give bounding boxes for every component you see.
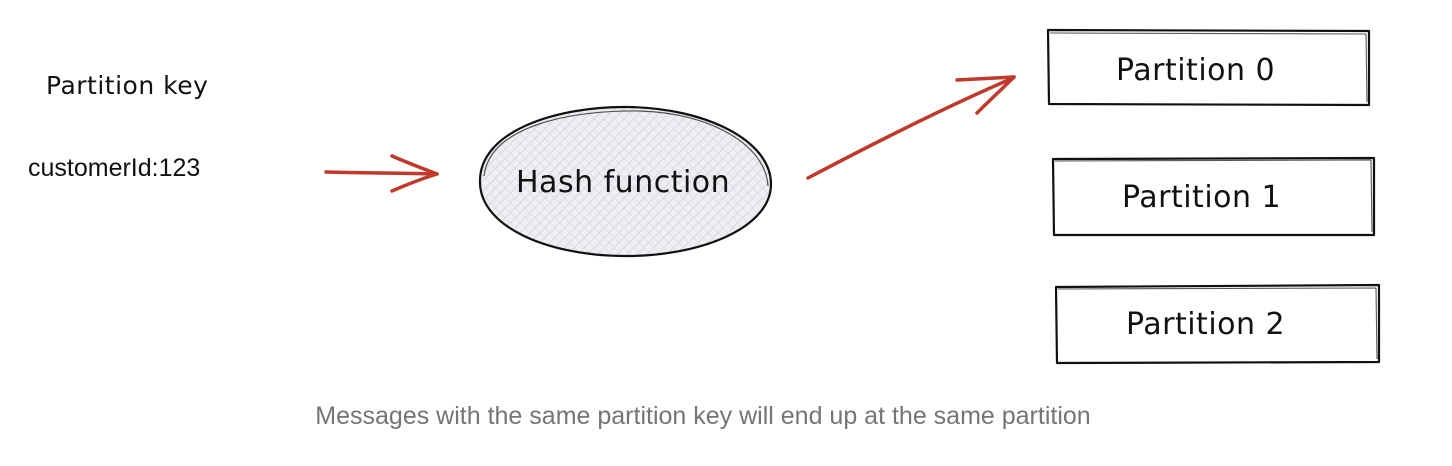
- figure-caption: Messages with the same partition key wil…: [0, 402, 1452, 431]
- partition-key-label: Partition key: [46, 71, 208, 100]
- partition-label-1: Partition 1: [1122, 180, 1281, 215]
- hash-function-label: Hash function: [516, 165, 730, 200]
- partition-box-2: Partition 2: [1054, 283, 1381, 365]
- figure-caption-text: Messages with the same partition key wil…: [315, 402, 1091, 430]
- partition-box-1: Partition 1: [1051, 156, 1376, 237]
- key-to-hash-arrow: [324, 154, 439, 193]
- partition-label-2: Partition 2: [1126, 307, 1285, 342]
- hash-to-partition-arrow: [806, 75, 1016, 180]
- partition-box-0: Partition 0: [1046, 28, 1371, 107]
- partition-diagram: Partition key customerId:123 Hash functi…: [28, 28, 1381, 365]
- partition-label-0: Partition 0: [1116, 53, 1275, 88]
- hash-function-node: Hash function: [478, 105, 773, 258]
- key-value-label: customerId:123: [28, 154, 200, 182]
